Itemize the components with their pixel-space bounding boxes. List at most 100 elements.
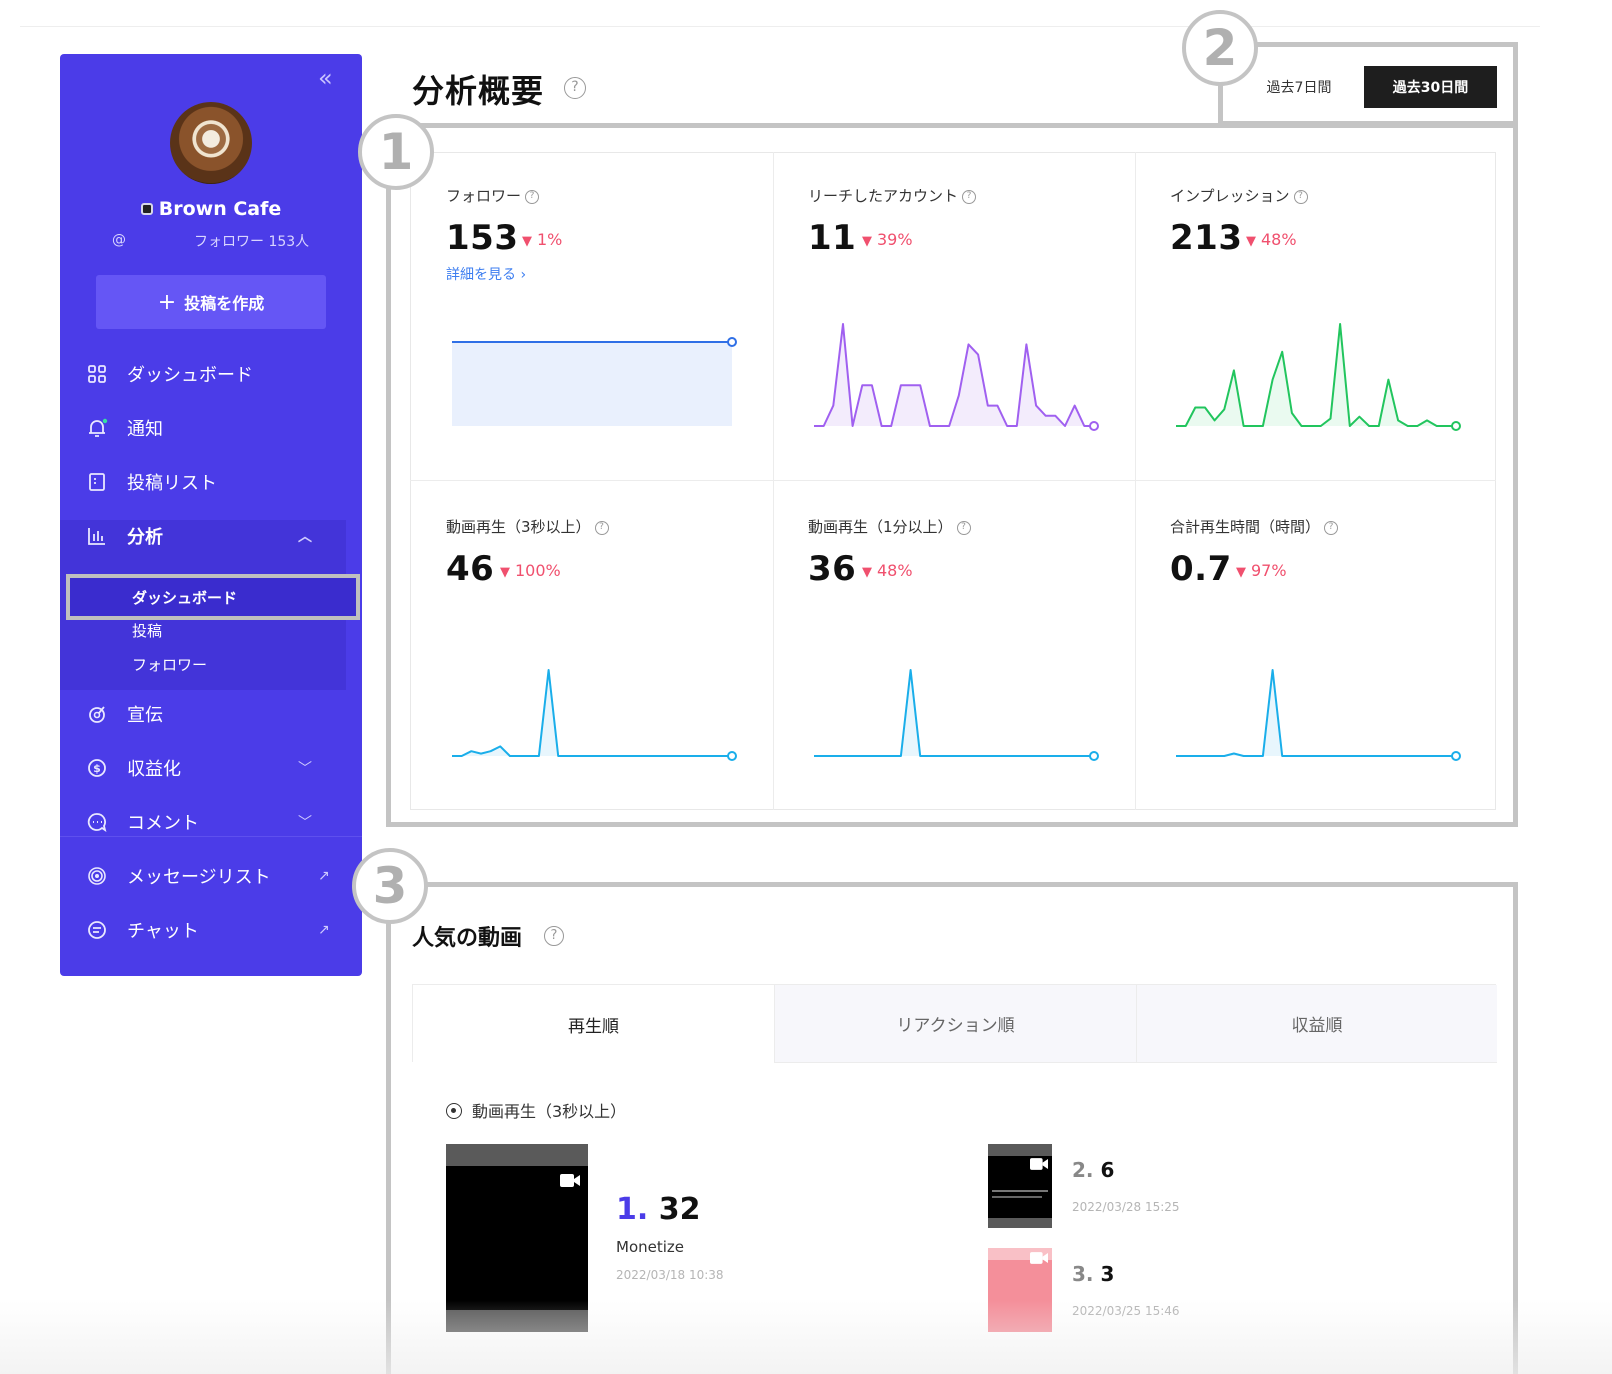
metric-change-text: 39% [877, 230, 913, 249]
nav-promotion[interactable]: 宣伝 [60, 694, 362, 734]
video-thumbnail[interactable] [988, 1248, 1052, 1332]
nav-notifications[interactable]: 通知 [60, 408, 362, 448]
callout-marker-3: 3 [352, 848, 428, 924]
metric-value: 213 [1170, 218, 1243, 258]
sparkline-total-watch-time [1176, 669, 1461, 761]
down-triangle-icon: ▼ [862, 234, 872, 249]
help-icon[interactable]: ? [1324, 520, 1339, 535]
metric-label-text: インプレッション [1170, 187, 1290, 205]
nav-monetization[interactable]: $ 収益化 ﹀ [60, 748, 362, 788]
metric-value: 0.7 [1170, 549, 1232, 589]
rank-number: 1. [616, 1192, 649, 1227]
account-type-icon [140, 203, 153, 215]
help-icon[interactable]: ? [525, 189, 540, 204]
section-title: 人気の動画 [412, 926, 523, 951]
collapse-sidebar-icon[interactable]: « [318, 66, 333, 90]
video-thumbnail[interactable] [988, 1144, 1052, 1228]
down-triangle-icon: ▼ [1236, 565, 1246, 580]
row-divider [410, 480, 1496, 481]
nav-analysis[interactable]: 分析 ︿ [60, 516, 362, 556]
sub-item-posts[interactable]: 投稿 [132, 620, 162, 641]
video-title[interactable]: Monetize [616, 1238, 684, 1256]
sparkline-endpoint [1451, 751, 1461, 761]
sparkline-area [814, 670, 1094, 756]
document-icon [86, 471, 108, 493]
metric-filter[interactable]: 動画再生（3秒以上） [446, 1098, 626, 1122]
sparkline-reach [814, 323, 1099, 431]
video-date: 2022/03/25 15:46 [1072, 1304, 1180, 1318]
avatar[interactable] [170, 102, 252, 184]
metric-change-text: 97% [1251, 561, 1287, 580]
tab-by-plays[interactable]: 再生順 [413, 985, 774, 1063]
sparkline-followers [452, 337, 737, 426]
sparkline-area [452, 670, 732, 756]
page-title: 分析概要 [412, 72, 545, 110]
sidebar-divider [60, 836, 362, 837]
nav-dashboard[interactable]: ダッシュボード [60, 354, 362, 394]
metric-value: 36 [808, 549, 857, 589]
metric-change: ▼ 97% [1236, 561, 1287, 580]
help-icon[interactable]: ? [564, 77, 586, 99]
period-30days-button[interactable]: 過去30日間 [1364, 66, 1497, 108]
sparkline-line [1176, 669, 1456, 757]
profile-name: Brown Cafe [60, 198, 362, 220]
metric-label-text: 動画再生（1分以上） [808, 518, 953, 536]
metric-label: インプレッション? [1170, 185, 1308, 206]
svg-text:$: $ [93, 762, 101, 775]
dollar-icon: $ [86, 757, 108, 779]
play-count: 6 [1100, 1158, 1115, 1182]
tab-by-reactions[interactable]: リアクション順 [774, 985, 1136, 1063]
help-icon[interactable]: ? [594, 520, 609, 535]
help-icon[interactable]: ? [1293, 189, 1308, 204]
sparkline-endpoint [727, 337, 737, 347]
bell-icon [86, 417, 108, 439]
metric-label-text: 合計再生時間（時間） [1170, 518, 1321, 536]
see-details-link[interactable]: 詳細を見る › [446, 264, 526, 284]
metric-change-text: 1% [537, 230, 563, 249]
metric-change-text: 48% [877, 561, 913, 580]
nav-chat[interactable]: チャット ↗ [60, 910, 362, 950]
create-post-button[interactable]: + 投稿を作成 [96, 275, 326, 329]
sidebar: « Brown Cafe @ フォロワー 153人 + 投稿を作成 ダッシュボード… [60, 54, 362, 976]
caption-line [992, 1190, 1048, 1192]
video-thumbnail[interactable] [446, 1144, 588, 1332]
sparkline-line [814, 669, 1094, 757]
nav-comments-label: コメント [127, 813, 199, 834]
external-link-icon: ↗ [318, 922, 330, 938]
metric-filter-label: 動画再生（3秒以上） [472, 1102, 627, 1121]
tab-by-revenue[interactable]: 収益順 [1136, 985, 1497, 1063]
nav-message-list[interactable]: メッセージリスト ↗ [60, 856, 362, 896]
callout-marker-1: 1 [358, 114, 434, 190]
help-icon[interactable]: ? [956, 520, 971, 535]
period-7days-button[interactable]: 過去7日間 [1234, 66, 1364, 108]
metric-label-text: 動画再生（3秒以上） [446, 518, 591, 536]
sparkline-line [814, 323, 1094, 427]
sparkline-area [1176, 670, 1456, 756]
profile-follower-count: フォロワー 153人 [194, 234, 310, 250]
video-date: 2022/03/28 15:25 [1072, 1200, 1180, 1214]
broadcast-icon [86, 865, 108, 887]
metric-change: ▼ 100% [500, 561, 561, 580]
sparkline-area [1176, 324, 1456, 426]
sparkline-impressions [1176, 323, 1461, 431]
radio-icon [446, 1103, 462, 1119]
play-count: 3 [1100, 1262, 1115, 1286]
help-icon[interactable]: ? [544, 926, 564, 946]
nav-analysis-label: 分析 [127, 527, 163, 548]
comment-icon [86, 811, 108, 833]
metric-value: 11 [808, 218, 857, 258]
metric-label: 合計再生時間（時間）? [1170, 516, 1339, 537]
nav-chat-label: チャット [127, 921, 199, 942]
metric-change: ▼ 48% [862, 561, 913, 580]
nav-post-list[interactable]: 投稿リスト [60, 462, 362, 502]
create-post-label: 投稿を作成 [184, 294, 265, 313]
bar-chart-icon [86, 525, 108, 547]
metric-value: 46 [446, 549, 495, 589]
metric-label: 動画再生（1分以上）? [808, 516, 971, 537]
video-date: 2022/03/18 10:38 [616, 1268, 724, 1282]
sub-item-dashboard[interactable]: ダッシュボード [132, 587, 237, 608]
down-triangle-icon: ▼ [522, 234, 532, 249]
sub-item-followers[interactable]: フォロワー [132, 654, 207, 675]
help-icon[interactable]: ? [962, 189, 977, 204]
chevron-down-icon: ﹀ [298, 761, 312, 777]
